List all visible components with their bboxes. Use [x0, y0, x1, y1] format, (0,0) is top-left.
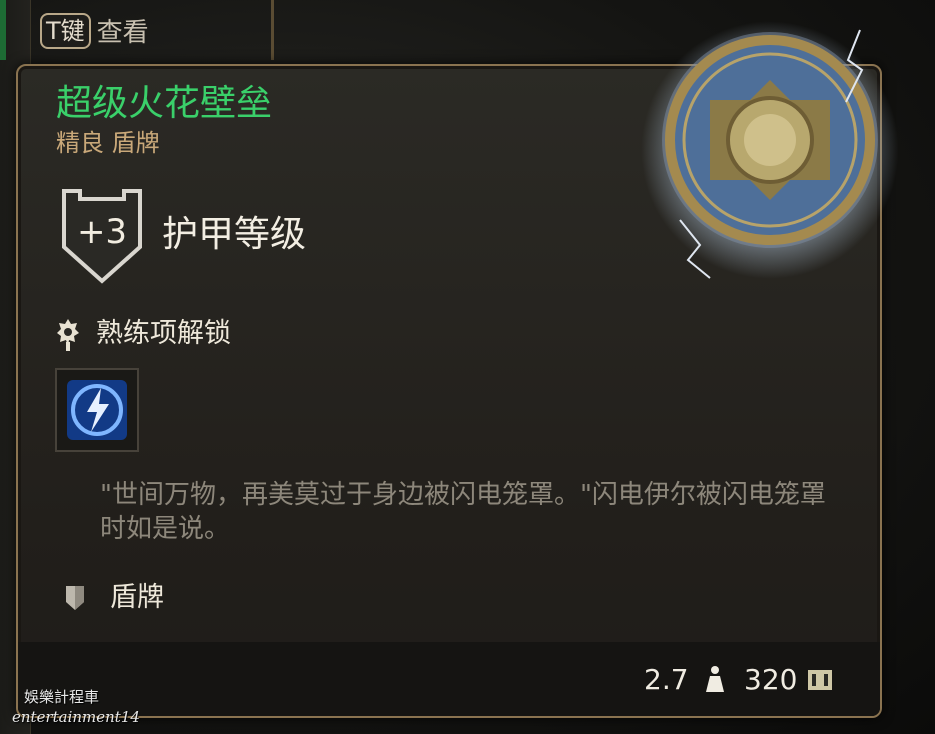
lightning-shield-icon	[67, 380, 127, 440]
watermark-handle: entertainment14	[12, 708, 140, 726]
background-green-marker	[0, 0, 6, 60]
gold-coin-icon	[808, 670, 832, 690]
ability-slot[interactable]	[55, 368, 139, 452]
armor-class-label: 护甲等级	[162, 214, 307, 255]
weight-icon	[706, 666, 724, 692]
shield-type-icon	[66, 586, 84, 610]
item-type-label: 盾牌	[110, 582, 164, 613]
gold-value: 320	[744, 663, 798, 696]
examine-hint: T键 查看	[40, 12, 149, 49]
proficiency-label: 熟练项解锁	[96, 318, 231, 349]
shield-icon	[662, 29, 878, 279]
background-divider	[271, 0, 274, 60]
weight-value: 2.7	[644, 663, 689, 696]
flavor-text: "世间万物，再美莫过于身边被闪电笼罩。"闪电伊尔被闪电笼罩时如是说。	[100, 480, 826, 544]
shield-item-art	[640, 20, 900, 280]
item-rarity-type: 精良 盾牌	[56, 129, 160, 157]
t-key-badge: T键	[40, 12, 91, 49]
proficiency-icon	[57, 319, 79, 351]
item-name: 超级火花壁垒	[56, 83, 273, 124]
examine-hint-text: 查看	[96, 18, 149, 48]
armor-class-value: +3	[76, 212, 128, 252]
watermark-text: 娛樂計程車	[24, 688, 100, 706]
